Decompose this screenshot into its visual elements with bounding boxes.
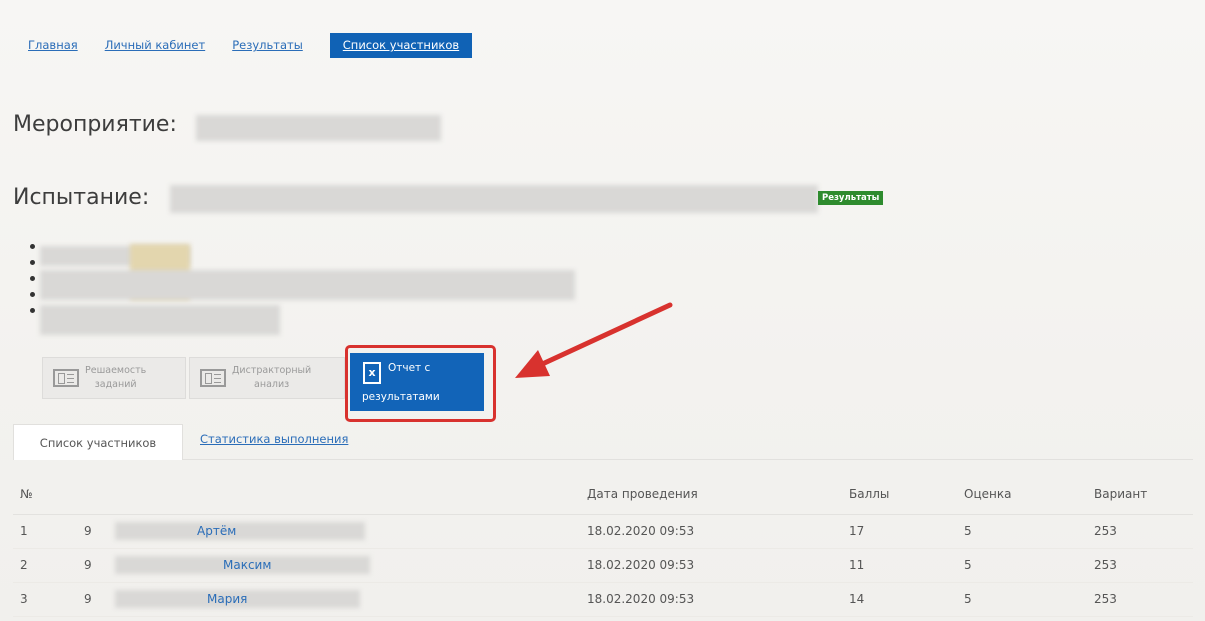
bullet [30, 308, 35, 313]
bullet [30, 292, 35, 297]
row-date: 18.02.2020 09:53 [587, 558, 695, 572]
row-variant: 253 [1094, 524, 1117, 538]
tab-divider [183, 459, 1193, 460]
row-variant: 253 [1094, 592, 1117, 606]
table-row: 3 9 Мария 18.02.2020 09:53 14 5 253 [13, 583, 1193, 617]
participant-name-link[interactable]: Артём [197, 515, 236, 548]
results-badge: Результаты [818, 191, 884, 205]
table-row: 2 9 Максим 18.02.2020 09:53 11 5 253 [13, 549, 1193, 583]
participant-name-link[interactable]: Мария [207, 583, 247, 616]
test-title: Испытание: [13, 185, 150, 210]
name-redacted [115, 522, 365, 540]
header-grade[interactable]: Оценка [964, 474, 1011, 514]
distractor-analysis-button[interactable]: Дистракторный анализ [189, 357, 345, 399]
tab-statistics[interactable]: Статистика выполнения [200, 432, 348, 446]
bullet [30, 276, 35, 281]
event-title: Мероприятие: [13, 112, 177, 137]
row-score: 14 [849, 592, 865, 606]
nav-home-link[interactable]: Главная [28, 33, 78, 58]
breadcrumb-nav: Главная Личный кабинет Результаты Список… [28, 33, 473, 58]
button-label: анализ [254, 379, 290, 390]
annotation-arrow-icon [515, 302, 673, 378]
row-date: 18.02.2020 09:53 [587, 592, 695, 606]
header-variant[interactable]: Вариант [1094, 474, 1147, 514]
event-name-redacted [196, 115, 441, 141]
row-date: 18.02.2020 09:53 [587, 524, 695, 538]
report-card-icon [53, 369, 79, 387]
row-grade: 5 [964, 592, 972, 606]
header-num[interactable]: № [20, 474, 32, 514]
tab-participants[interactable]: Список участников [13, 424, 183, 460]
bullet [30, 260, 35, 265]
button-label: Дистракторный [232, 365, 312, 376]
highlight-box [345, 345, 496, 422]
row-class: 9 [84, 558, 92, 572]
row-number: 3 [20, 592, 28, 606]
row-number: 2 [20, 558, 28, 572]
participant-name-link[interactable]: Максим [223, 549, 271, 582]
bullet [30, 244, 35, 249]
header-score[interactable]: Баллы [849, 474, 889, 514]
row-grade: 5 [964, 524, 972, 538]
button-label: Решаемость [85, 365, 147, 376]
row-score: 11 [849, 558, 865, 572]
row-grade: 5 [964, 558, 972, 572]
row-class: 9 [84, 524, 92, 538]
nav-cabinet-link[interactable]: Личный кабинет [105, 33, 206, 58]
info-bullet-list [30, 244, 35, 324]
header-date[interactable]: Дата проведения [587, 474, 698, 514]
table-header: № Дата проведения Баллы Оценка Вариант [13, 474, 1193, 515]
button-label: заданий [94, 379, 137, 390]
report-card-icon [200, 369, 226, 387]
redacted-line [40, 270, 575, 300]
solvability-report-button[interactable]: Решаемость заданий [42, 357, 186, 399]
row-class: 9 [84, 592, 92, 606]
nav-results-link[interactable]: Результаты [232, 33, 303, 58]
row-score: 17 [849, 524, 865, 538]
redacted-line [40, 305, 280, 335]
table-row: 1 9 Артём 18.02.2020 09:53 17 5 253 [13, 515, 1193, 549]
participants-table: № Дата проведения Баллы Оценка Вариант 1… [13, 474, 1193, 617]
nav-participants-link[interactable]: Список участников [329, 33, 473, 58]
test-name-redacted [170, 185, 818, 213]
row-number: 1 [20, 524, 28, 538]
row-variant: 253 [1094, 558, 1117, 572]
